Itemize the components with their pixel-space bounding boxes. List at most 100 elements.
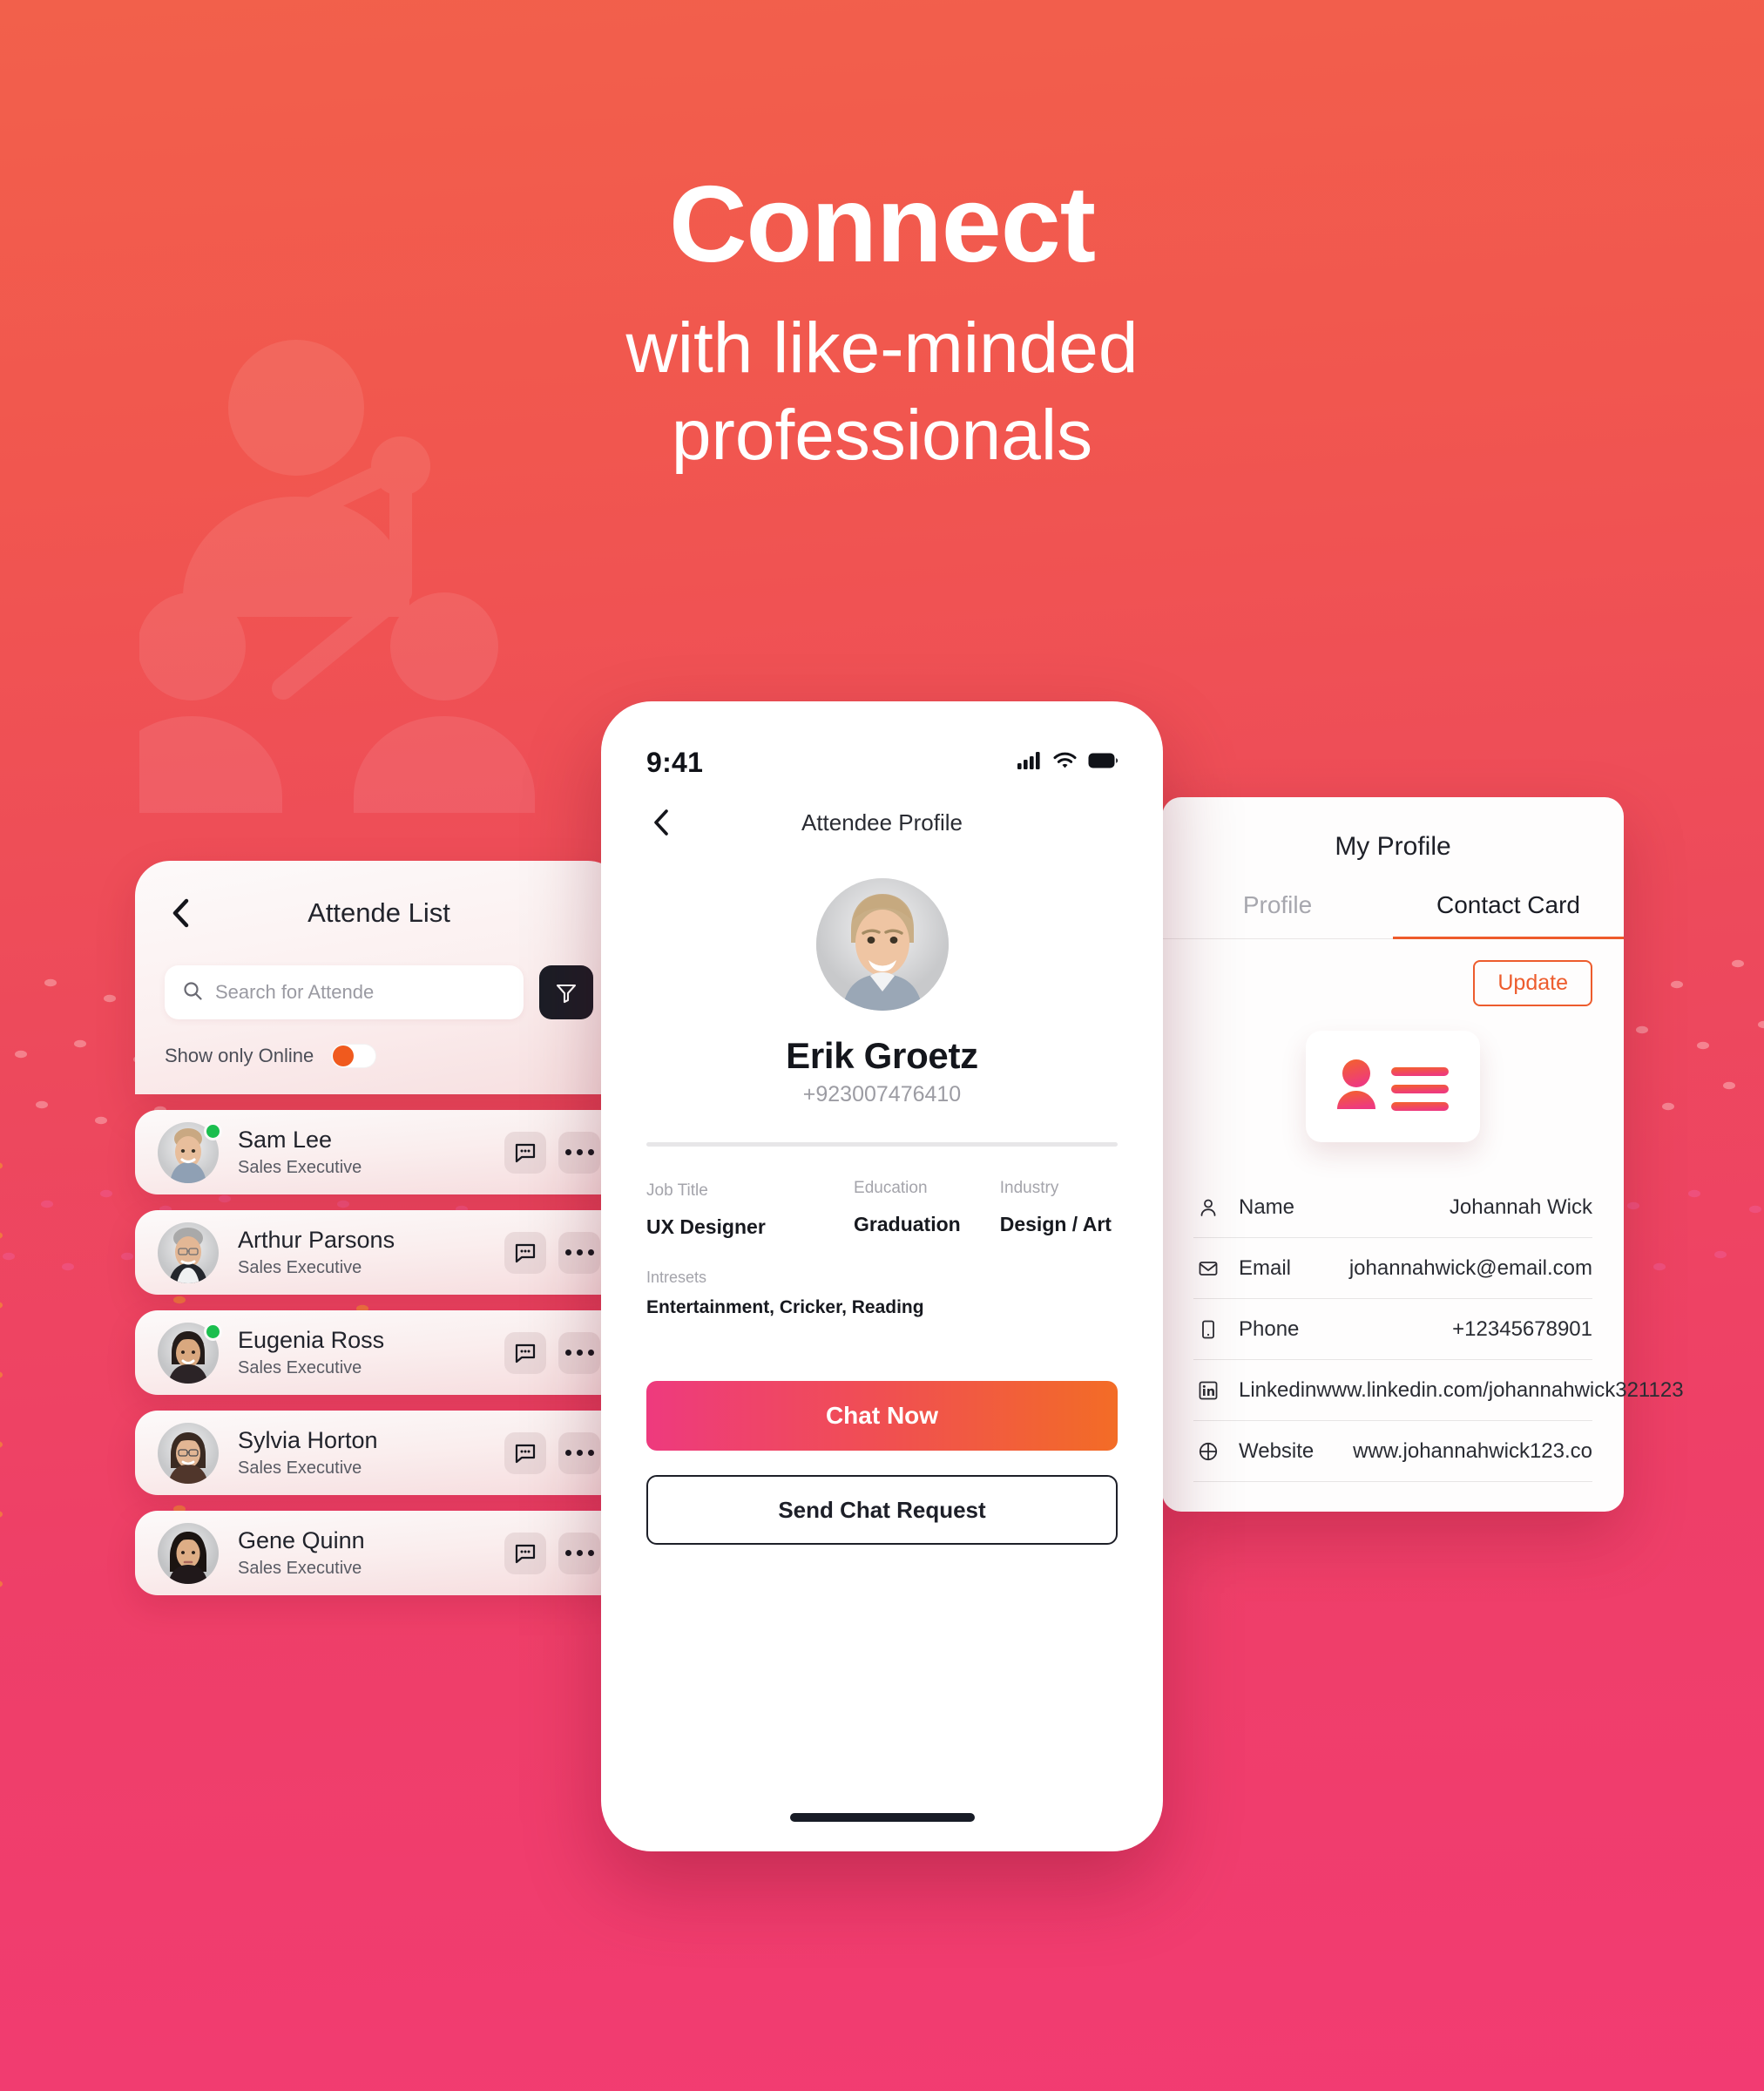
hero-title: Connect (669, 165, 1096, 285)
envelope-icon (1193, 1254, 1223, 1283)
phone-nav-bar: Attendee Profile (601, 779, 1163, 836)
row-label: Linkedin (1239, 1377, 1317, 1402)
show-only-online-toggle[interactable] (331, 1044, 377, 1068)
cellular-bars-icon (1017, 752, 1042, 774)
list-item[interactable]: Gene Quinn Sales Executive (135, 1511, 623, 1595)
field-industry: Industry Design / Art (999, 1179, 1118, 1239)
avatar (158, 1322, 220, 1384)
search-placeholder: Search for Attende (215, 981, 375, 1003)
list-item[interactable]: Sylvia Horton Sales Executive (135, 1411, 623, 1495)
hero-heading: Connect with like-minded professionals (0, 171, 1764, 479)
show-only-online-row: Show only Online (165, 1044, 593, 1068)
field-interests: Intresets Entertainment, Cricker, Readin… (646, 1269, 1118, 1319)
tab-profile[interactable]: Profile (1162, 891, 1393, 938)
profile-fields: Job Title UX Designer Education Graduati… (601, 1147, 1163, 1318)
row-value: +12345678901 (1452, 1316, 1592, 1341)
attendee-role: Sales Executive (238, 1357, 362, 1377)
more-horizontal-icon[interactable] (558, 1131, 600, 1174)
list-item[interactable]: Arthur Parsons Sales Executive (135, 1210, 623, 1295)
chat-bubble-icon[interactable] (504, 1431, 546, 1474)
attendee-role: Sales Executive (238, 1157, 362, 1177)
person-icon (1193, 1193, 1223, 1222)
more-horizontal-icon[interactable] (558, 1532, 600, 1574)
table-row[interactable]: Name Johannah Wick (1193, 1177, 1592, 1238)
attendee-list-header: Attende List Search for Attende Show onl… (135, 861, 623, 1094)
avatar (158, 1422, 219, 1484)
row-value: www.johannahwick123.co (1353, 1438, 1592, 1463)
online-status-dot (206, 1324, 220, 1338)
contact-card-illustration (1162, 1031, 1624, 1142)
avatar (158, 1221, 219, 1283)
table-row[interactable]: Linkedin www.linkedin.com/johannahwick32… (1193, 1360, 1684, 1421)
avatar (815, 878, 949, 1011)
row-label: Name (1239, 1194, 1295, 1219)
table-row[interactable]: Website www.johannahwick123.co (1193, 1421, 1592, 1482)
row-value: Johannah Wick (1449, 1194, 1592, 1219)
list-item[interactable]: Eugenia Ross Sales Executive (135, 1310, 623, 1395)
attendee-name: Eugenia Ross (238, 1327, 385, 1354)
my-profile-panel: My Profile Profile Contact Card Update N… (1162, 797, 1684, 1512)
linkedin-icon (1193, 1376, 1223, 1405)
search-input[interactable]: Search for Attende (165, 965, 524, 1019)
profile-name: Erik Groetz (786, 1035, 978, 1076)
table-row[interactable]: Email johannahwick@email.com (1193, 1238, 1592, 1299)
send-chat-request-button[interactable]: Send Chat Request (646, 1475, 1118, 1546)
attendee-name: Sylvia Horton (238, 1427, 378, 1454)
more-horizontal-icon[interactable] (558, 1231, 600, 1274)
row-label: Email (1239, 1255, 1292, 1280)
field-label: Job Title (646, 1181, 708, 1200)
attendee-list-topbar: Attende List (165, 890, 593, 936)
search-icon (182, 980, 203, 1005)
show-only-online-label: Show only Online (165, 1045, 314, 1066)
online-status-dot (206, 1124, 220, 1138)
update-row: Update (1162, 939, 1624, 1006)
chat-bubble-icon[interactable] (504, 1131, 546, 1174)
field-label: Education (854, 1179, 928, 1197)
attendee-list-panel: Attende List Search for Attende Show onl… (135, 861, 623, 1611)
row-label: Phone (1239, 1316, 1300, 1341)
attendee-list-title: Attende List (308, 897, 450, 928)
hero-subtitle-line-1: with like-minded (625, 308, 1139, 388)
field-value: Design / Art (999, 1212, 1112, 1235)
attendee-role: Sales Executive (238, 1257, 362, 1277)
field-value: Entertainment, Cricker, Reading (646, 1297, 924, 1318)
my-profile-title: My Profile (1335, 832, 1451, 861)
profile-actions: Chat Now Send Chat Request (601, 1381, 1163, 1546)
status-bar: 9:41 (601, 701, 1163, 779)
phone-icon (1193, 1315, 1223, 1344)
more-horizontal-icon[interactable] (558, 1431, 600, 1474)
table-row[interactable]: Phone +12345678901 (1193, 1299, 1592, 1360)
update-button[interactable]: Update (1473, 960, 1592, 1006)
globe-icon (1193, 1437, 1223, 1466)
field-job-title: Job Title UX Designer (646, 1181, 854, 1239)
network-people-watermark-icon (139, 279, 627, 819)
list-item[interactable]: Sam Lee Sales Executive (135, 1110, 623, 1194)
profile-avatar-wrap (601, 878, 1163, 1011)
contact-card-rows: Name Johannah Wick Email johannahwick@em… (1162, 1177, 1684, 1482)
chat-bubble-icon[interactable] (504, 1532, 546, 1574)
chat-now-button[interactable]: Chat Now (646, 1381, 1118, 1452)
wifi-icon (1053, 752, 1077, 774)
avatar (158, 1121, 220, 1183)
profile-phone: +923007476410 (802, 1082, 962, 1106)
attendee-name: Sam Lee (238, 1127, 333, 1154)
attendee-role: Sales Executive (238, 1558, 362, 1578)
row-label: Website (1239, 1438, 1315, 1463)
page-title: Attendee Profile (801, 809, 963, 836)
filter-funnel-icon[interactable] (539, 965, 593, 1019)
chat-bubble-icon[interactable] (504, 1331, 546, 1374)
tab-contact-card[interactable]: Contact Card (1393, 891, 1624, 939)
attendee-search-row: Search for Attende (165, 965, 593, 1019)
attendee-name: Gene Quinn (238, 1527, 365, 1554)
field-value: UX Designer (646, 1215, 766, 1238)
contact-card-icon (1306, 1031, 1480, 1142)
hero-subtitle-line-2: professionals (671, 396, 1093, 476)
avatar (158, 1522, 219, 1584)
battery-full-icon (1088, 753, 1118, 773)
more-horizontal-icon[interactable] (558, 1331, 600, 1374)
promo-canvas: Connect with like-minded professionals A… (0, 0, 1764, 2091)
status-time: 9:41 (646, 747, 704, 778)
attendee-list-items: Sam Lee Sales Executive Arthur Parsons S… (135, 1110, 623, 1595)
home-indicator (789, 1813, 975, 1822)
chat-bubble-icon[interactable] (504, 1231, 546, 1274)
